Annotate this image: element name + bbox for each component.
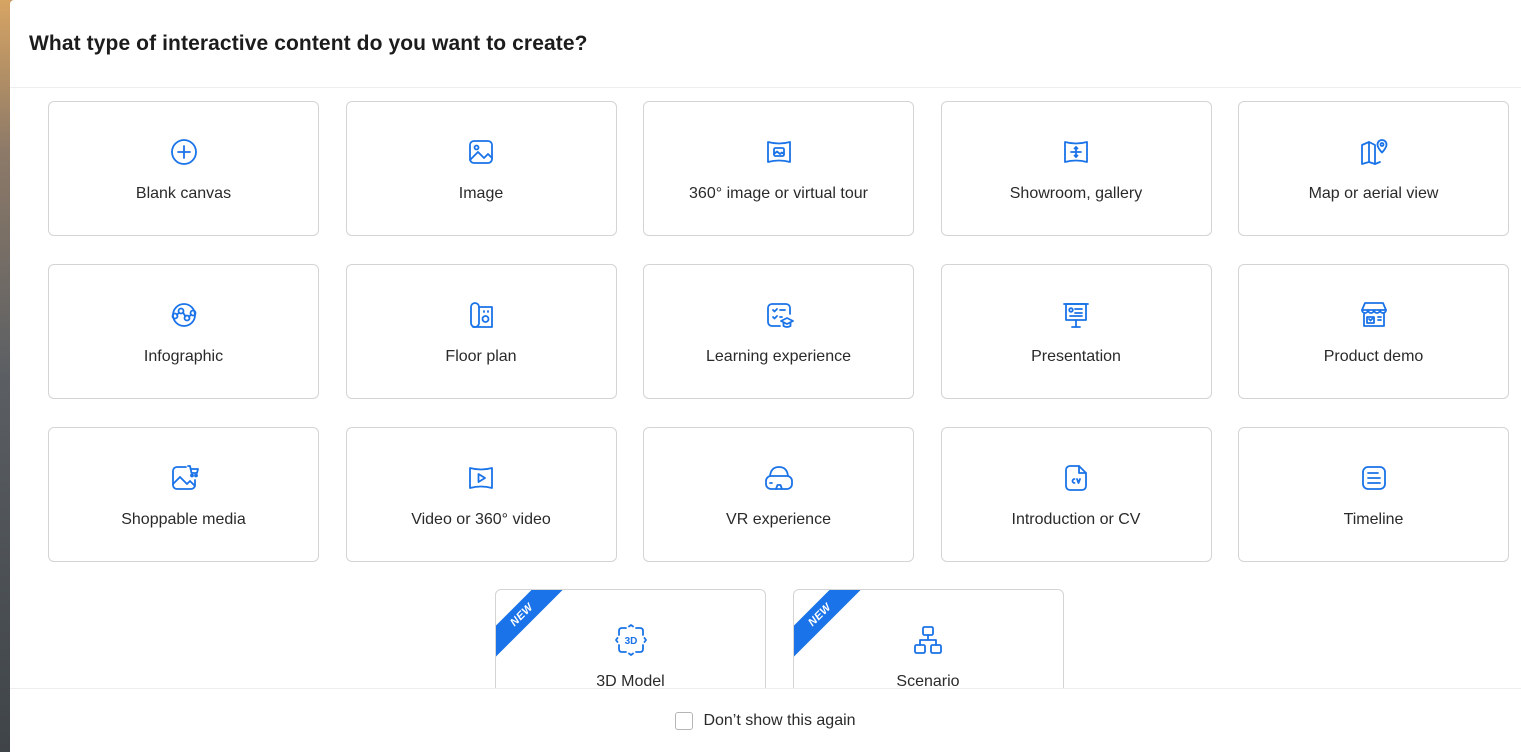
card-label: Infographic bbox=[143, 348, 224, 365]
card-introduction-cv[interactable]: Introduction or CV bbox=[940, 427, 1212, 562]
create-content-dialog: What type of interactive content do you … bbox=[10, 0, 1521, 752]
card-label: Image bbox=[458, 185, 504, 202]
showroom-icon bbox=[1059, 135, 1093, 169]
new-badge: NEW bbox=[793, 590, 862, 657]
card-label: Introduction or CV bbox=[1011, 511, 1141, 528]
card-label: Map or aerial view bbox=[1308, 185, 1439, 202]
infographic-icon bbox=[167, 298, 201, 332]
card-vr-experience[interactable]: VR experience bbox=[643, 427, 914, 562]
timeline-icon bbox=[1357, 461, 1391, 495]
video-icon bbox=[464, 461, 498, 495]
card-label: Product demo bbox=[1323, 348, 1424, 365]
card-label: Blank canvas bbox=[135, 185, 232, 202]
card-label: VR experience bbox=[726, 511, 831, 528]
dont-show-again-label: Don’t show this again bbox=[703, 711, 856, 729]
card-label: Scenario bbox=[896, 673, 960, 688]
card-label: Presentation bbox=[1031, 348, 1121, 365]
map-pin-icon bbox=[1357, 135, 1391, 169]
learning-icon bbox=[762, 298, 796, 332]
floor-plan-icon bbox=[464, 298, 498, 332]
card-timeline[interactable]: Timeline bbox=[1238, 427, 1509, 562]
3d-icon: 3D bbox=[614, 623, 648, 657]
card-showroom[interactable]: Showroom, gallery bbox=[940, 101, 1212, 236]
card-label: Timeline bbox=[1343, 511, 1404, 528]
store-icon bbox=[1357, 298, 1391, 332]
card-presentation[interactable]: Presentation bbox=[940, 264, 1212, 399]
card-label: Video or 360° video bbox=[411, 511, 551, 528]
card-label: Floor plan bbox=[445, 348, 517, 365]
card-360-image[interactable]: 360° image or virtual tour bbox=[643, 101, 914, 236]
image-icon bbox=[464, 135, 498, 169]
card-label: Learning experience bbox=[706, 348, 851, 365]
card-label: Shoppable media bbox=[121, 511, 246, 528]
new-badge: NEW bbox=[496, 590, 564, 657]
card-label: 3D Model bbox=[596, 673, 665, 688]
presentation-icon bbox=[1059, 298, 1093, 332]
dialog-footer: Don’t show this again bbox=[10, 688, 1521, 752]
card-learning[interactable]: Learning experience bbox=[643, 264, 914, 399]
dialog-title: What type of interactive content do you … bbox=[29, 31, 588, 55]
dont-show-again-option[interactable]: Don’t show this again bbox=[675, 711, 856, 730]
card-3d-model[interactable]: NEW 3D 3D Model bbox=[495, 589, 766, 688]
plus-circle-icon bbox=[167, 135, 201, 169]
scenario-icon bbox=[911, 623, 945, 657]
card-label: Showroom, gallery bbox=[1009, 185, 1143, 202]
card-floor-plan[interactable]: Floor plan bbox=[345, 264, 617, 399]
dialog-header: What type of interactive content do you … bbox=[10, 0, 1521, 88]
card-image[interactable]: Image bbox=[345, 101, 617, 236]
content-types-area: Blank canvas Image 360° image or virtual… bbox=[10, 88, 1521, 688]
panorama-icon bbox=[762, 135, 796, 169]
card-blank-canvas[interactable]: Blank canvas bbox=[48, 101, 319, 236]
card-product-demo[interactable]: Product demo bbox=[1238, 264, 1509, 399]
card-infographic[interactable]: Infographic bbox=[48, 264, 319, 399]
dont-show-again-checkbox[interactable] bbox=[675, 711, 694, 730]
new-content-types: NEW 3D 3D Model NEW Scenario bbox=[495, 589, 1064, 688]
cv-document-icon bbox=[1059, 461, 1093, 495]
card-video[interactable]: Video or 360° video bbox=[345, 427, 617, 562]
card-scenario[interactable]: NEW Scenario bbox=[792, 589, 1064, 688]
shoppable-icon bbox=[167, 461, 201, 495]
card-map[interactable]: Map or aerial view bbox=[1238, 101, 1509, 236]
background-edge bbox=[0, 0, 10, 752]
content-type-grid: Blank canvas Image 360° image or virtual… bbox=[48, 101, 1509, 562]
card-shoppable-media[interactable]: Shoppable media bbox=[48, 427, 319, 562]
svg-text:3D: 3D bbox=[624, 636, 637, 647]
card-label: 360° image or virtual tour bbox=[689, 185, 868, 202]
vr-headset-icon bbox=[762, 461, 796, 495]
